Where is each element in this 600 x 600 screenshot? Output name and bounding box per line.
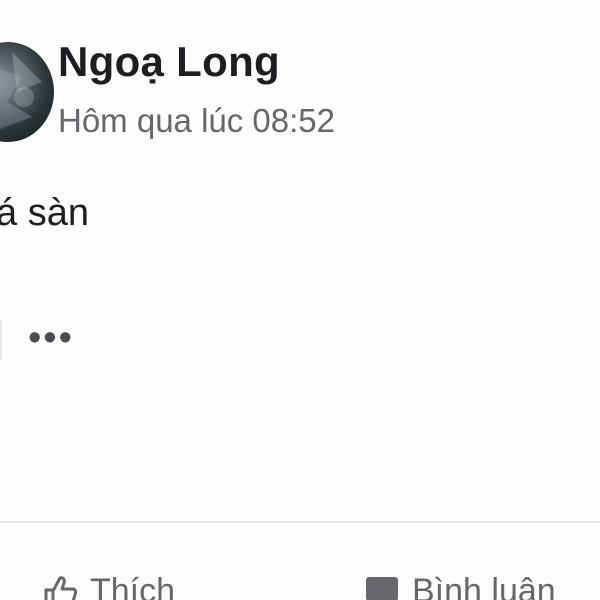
post-timestamp[interactable]: Hôm qua lúc 08:52 <box>58 102 335 140</box>
left-edge-mark <box>0 318 2 362</box>
like-button[interactable]: Thích <box>40 572 175 600</box>
author-avatar[interactable] <box>0 42 54 142</box>
more-options-button[interactable]: ••• <box>28 318 74 358</box>
post-card: Ngoạ Long Hôm qua lúc 08:52 á sàn ••• Th… <box>0 0 600 600</box>
comment-button[interactable]: Bình luận <box>362 572 556 600</box>
thumbs-up-icon <box>40 572 80 600</box>
action-divider <box>0 521 600 523</box>
comment-label: Bình luận <box>412 572 556 600</box>
author-name[interactable]: Ngoạ Long <box>58 38 280 86</box>
comment-icon <box>362 572 402 600</box>
post-actions-bar: Thích Bình luận <box>0 572 600 600</box>
like-label: Thích <box>90 572 176 600</box>
post-body-text: á sàn <box>0 192 89 234</box>
avatar-image <box>0 52 42 129</box>
